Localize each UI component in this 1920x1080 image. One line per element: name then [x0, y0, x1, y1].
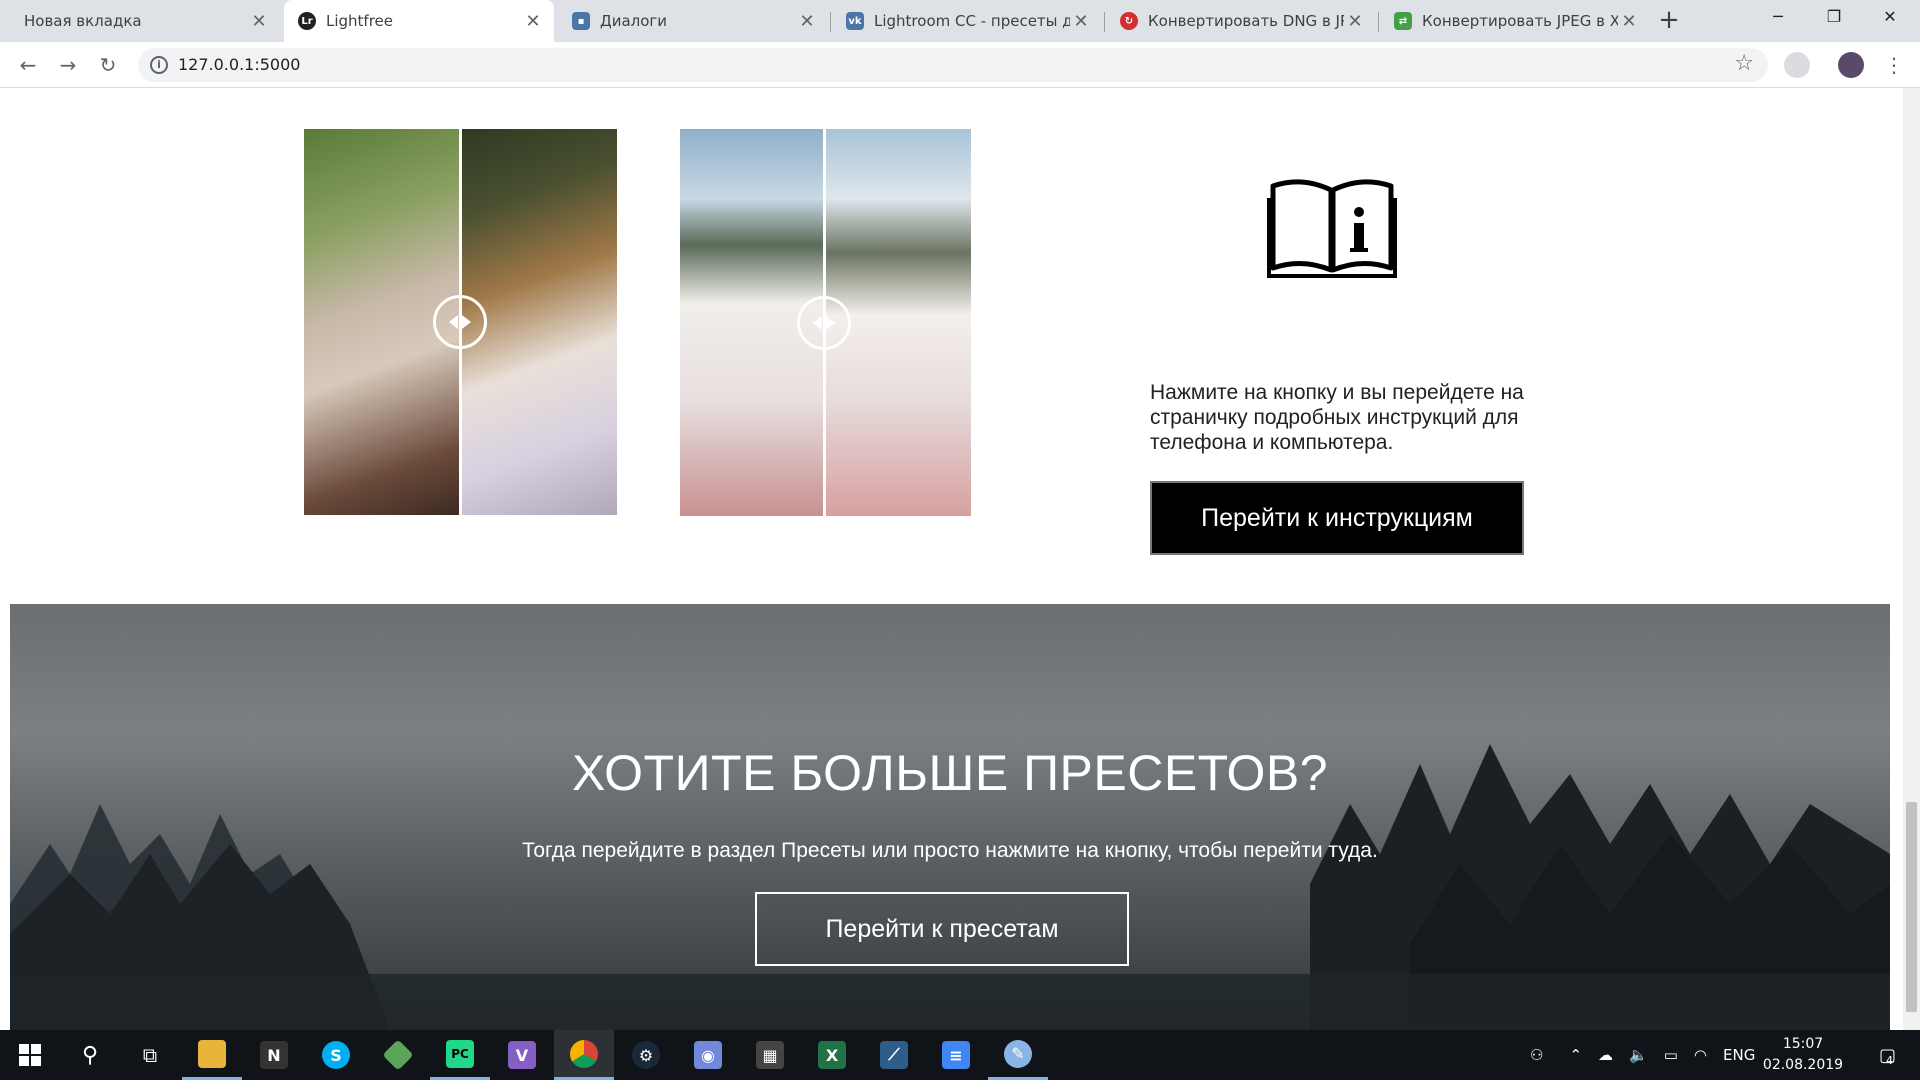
show-hidden-icons-icon[interactable]: ⌃	[1569, 1046, 1582, 1064]
new-tab-button[interactable]: +	[1654, 6, 1684, 36]
discord-icon[interactable]: ◉	[678, 1030, 738, 1080]
excel-icon[interactable]: X	[802, 1030, 862, 1080]
visual-studio-icon[interactable]: V	[492, 1030, 552, 1080]
back-button[interactable]: ←	[14, 51, 42, 79]
tab-convert-jpeg[interactable]: ⇄ Конвертировать JPEG в XMP ✕	[1380, 0, 1650, 42]
go-to-presets-button[interactable]: Перейти к пресетам	[755, 892, 1129, 966]
lightroom-icon: Lr	[298, 12, 316, 30]
pycharm-icon[interactable]: PC	[430, 1030, 490, 1080]
close-icon[interactable]: ✕	[248, 11, 270, 32]
extension-icon[interactable]	[1784, 52, 1810, 78]
avatar[interactable]	[1838, 52, 1864, 78]
info-icon[interactable]: i	[150, 56, 168, 74]
tab-new-tab[interactable]: Новая вкладка ✕	[10, 0, 280, 42]
close-icon[interactable]: ✕	[1618, 11, 1640, 32]
people-icon[interactable]: ⚇	[1530, 1046, 1543, 1064]
paint-icon[interactable]: ✎	[988, 1030, 1048, 1080]
address-bar[interactable]: i 127.0.0.1:5000 ☆	[138, 48, 1768, 82]
git-kraken-icon[interactable]	[368, 1030, 428, 1080]
close-icon[interactable]: ✕	[1344, 11, 1366, 32]
chat-icon: ▪	[572, 12, 590, 30]
book-info-icon	[1267, 179, 1397, 278]
language-indicator[interactable]: ENG	[1723, 1046, 1755, 1064]
file-explorer-icon[interactable]	[182, 1030, 242, 1080]
start-icon[interactable]	[0, 1030, 60, 1080]
converter-icon: ⇄	[1394, 12, 1412, 30]
reload-button[interactable]: ↻	[94, 51, 122, 79]
tab-strip: Новая вкладка ✕ Lr Lightfree ✕ ▪ Диалоги…	[0, 0, 1920, 42]
mysql-icon[interactable]: ⟋	[864, 1030, 924, 1080]
instructions-description: Нажмите на кнопку и вы перейдете на стра…	[1150, 381, 1524, 454]
tab-title: Lightfree	[326, 12, 394, 30]
cloud-icon[interactable]: ☁	[1598, 1046, 1613, 1064]
tab-separator	[1104, 12, 1105, 32]
notifications-button[interactable]: ▢ 4	[1866, 1030, 1906, 1080]
tab-dialogs[interactable]: ▪ Диалоги ✕	[558, 0, 828, 42]
steam-icon[interactable]: ⚙	[616, 1030, 676, 1080]
windows-taskbar: ⚲ ⧉ N S PC V ⚙ ◉ ▦ X ⟋ ≡ ✎ ⚇ ⌃ ☁ 🔈 ▭ ◠ E…	[0, 1030, 1920, 1080]
tab-title: Lightroom CC - пресеты для	[874, 12, 1070, 30]
convertio-icon: ↻	[1120, 12, 1138, 30]
volume-icon[interactable]: 🔈	[1629, 1046, 1648, 1064]
banner-subtitle: Тогда перейдите в раздел Пресеты или про…	[522, 839, 1378, 862]
more-presets-banner: ХОТИТЕ БОЛЬШЕ ПРЕСЕТОВ? Тогда перейдите …	[10, 604, 1890, 1030]
before-after-image-2[interactable]	[680, 129, 971, 516]
close-window-button[interactable]: ✕	[1862, 0, 1918, 34]
calculator-icon[interactable]: ▦	[740, 1030, 800, 1080]
tab-convert-dng[interactable]: ↻ Конвертировать DNG в JPEG ✕	[1106, 0, 1376, 42]
restore-button[interactable]: ❐	[1806, 0, 1862, 34]
docs-icon[interactable]: ≡	[926, 1030, 986, 1080]
minimize-button[interactable]: ─	[1750, 0, 1806, 34]
notion-icon[interactable]: N	[244, 1030, 304, 1080]
browser-toolbar: ← → ↻ i 127.0.0.1:5000 ☆ ⋮	[0, 42, 1920, 88]
tab-separator	[830, 12, 831, 32]
clock-date: 02.08.2019	[1762, 1057, 1844, 1073]
compare-handle-icon[interactable]	[433, 295, 487, 349]
tab-title: Новая вкладка	[24, 12, 142, 30]
go-to-instructions-button[interactable]: Перейти к инструкциям	[1150, 481, 1524, 555]
star-icon[interactable]: ☆	[1734, 51, 1754, 76]
forest-background	[10, 744, 1890, 1030]
search-icon[interactable]: ⚲	[60, 1030, 120, 1080]
notifications-count: 4	[1886, 1053, 1893, 1067]
vk-icon: vk	[846, 12, 864, 30]
tab-title: Диалоги	[600, 12, 668, 30]
tab-title: Конвертировать JPEG в XMP	[1422, 12, 1618, 30]
clock[interactable]: 15:07 02.08.2019	[1758, 1034, 1848, 1076]
page-scrollbar[interactable]	[1903, 88, 1920, 1030]
clock-time: 15:07	[1782, 1036, 1824, 1052]
banner-title: ХОТИТЕ БОЛЬШЕ ПРЕСЕТОВ?	[571, 745, 1329, 801]
tab-title: Конвертировать DNG в JPEG	[1148, 12, 1344, 30]
compare-handle-icon[interactable]	[797, 296, 851, 350]
system-tray: ⚇ ⌃ ☁ 🔈 ▭ ◠ ENG	[1530, 1030, 1755, 1080]
skype-icon[interactable]: S	[306, 1030, 366, 1080]
before-after-image-1[interactable]	[304, 129, 617, 515]
tab-lightfree[interactable]: Lr Lightfree ✕	[284, 0, 554, 42]
chrome-icon[interactable]	[554, 1030, 614, 1080]
battery-icon[interactable]: ▭	[1664, 1046, 1678, 1064]
scrollbar-thumb[interactable]	[1906, 802, 1917, 1012]
forward-button[interactable]: →	[54, 51, 82, 79]
task-view-icon[interactable]: ⧉	[120, 1030, 180, 1080]
wifi-icon[interactable]: ◠	[1694, 1046, 1707, 1064]
tab-separator	[1378, 12, 1379, 32]
menu-icon[interactable]: ⋮	[1880, 51, 1908, 79]
url-text: 127.0.0.1:5000	[178, 55, 301, 74]
close-icon[interactable]: ✕	[796, 11, 818, 32]
tab-lightroom-presets[interactable]: vk Lightroom CC - пресеты для ✕	[832, 0, 1102, 42]
page-content: Нажмите на кнопку и вы перейдете на стра…	[0, 88, 1920, 1030]
close-icon[interactable]: ✕	[1070, 11, 1092, 32]
close-icon[interactable]: ✕	[522, 11, 544, 32]
